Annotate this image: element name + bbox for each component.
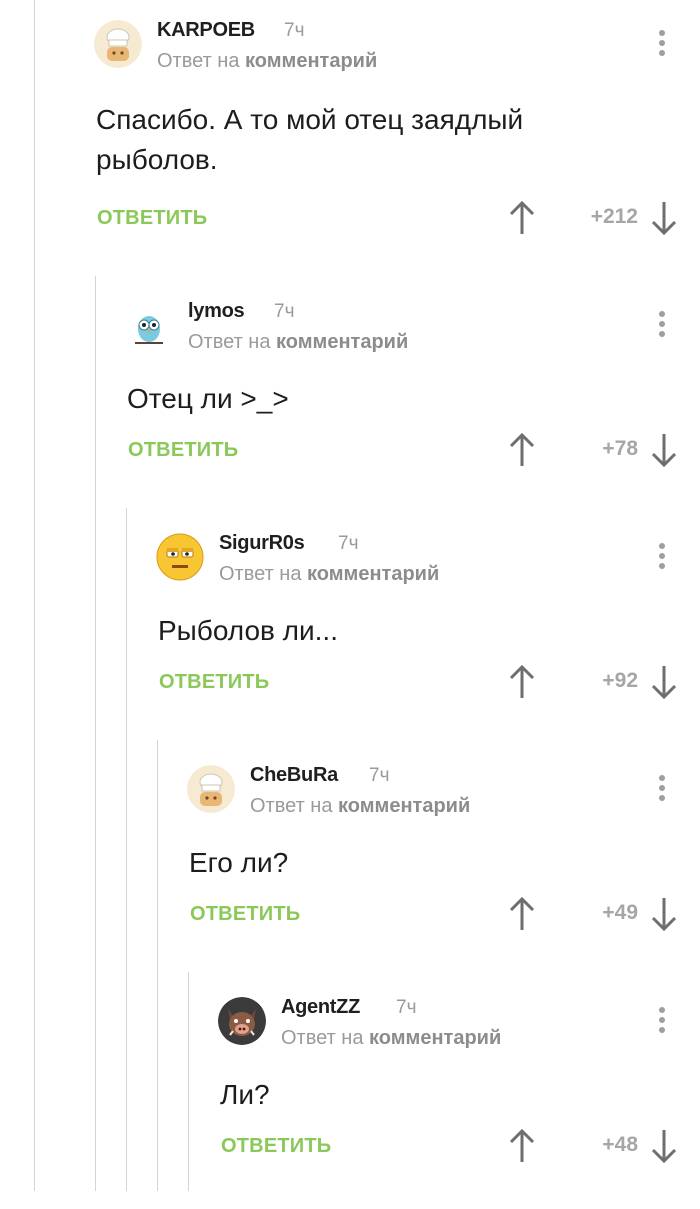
downvote-arrow-icon[interactable] xyxy=(650,664,678,700)
downvote-arrow-icon[interactable] xyxy=(650,432,678,468)
downvote-arrow-icon[interactable] xyxy=(650,1128,678,1164)
comment-time: 7ч xyxy=(274,301,295,322)
reply-target-link[interactable]: комментарий xyxy=(338,795,470,817)
username[interactable]: lymos xyxy=(188,300,245,323)
more-options-icon[interactable] xyxy=(658,1007,666,1037)
reply-prefix: Ответ на xyxy=(188,331,271,353)
username[interactable]: CheBuRa xyxy=(250,764,338,787)
comment-score: +49 xyxy=(602,901,638,924)
comment-text: Ли? xyxy=(220,1075,270,1115)
comment-time: 7ч xyxy=(369,765,390,786)
vote-control: +49 xyxy=(508,896,678,932)
upvote-arrow-icon[interactable] xyxy=(508,1128,536,1164)
more-options-icon[interactable] xyxy=(658,311,666,341)
reply-button[interactable]: ОТВЕТИТЬ xyxy=(221,1135,331,1158)
username[interactable]: KARPOEB xyxy=(157,19,255,42)
boar-avatar[interactable] xyxy=(218,997,266,1045)
upvote-arrow-icon[interactable] xyxy=(508,664,536,700)
upvote-arrow-icon[interactable] xyxy=(508,432,536,468)
comment: lymos 7ч Ответ на комментарий Отец ли >_… xyxy=(0,281,700,513)
reply-to: Ответ на комментарий xyxy=(219,563,439,586)
comment: CheBuRa 7ч Ответ на комментарий Его ли? … xyxy=(0,745,700,977)
comment-score: +92 xyxy=(602,669,638,692)
reply-target-link[interactable]: комментарий xyxy=(245,50,377,72)
reply-button[interactable]: ОТВЕТИТЬ xyxy=(190,903,300,926)
comment-text-line: Спасибо. А то мой отец заядлый xyxy=(96,104,524,135)
reply-to: Ответ на комментарий xyxy=(188,331,408,354)
reply-target-link[interactable]: комментарий xyxy=(307,563,439,585)
reply-to: Ответ на комментарий xyxy=(250,795,470,818)
vote-control: +48 xyxy=(508,1128,678,1164)
owl-avatar[interactable] xyxy=(125,301,173,349)
comment-score: +212 xyxy=(590,205,638,228)
comment-text: Отец ли >_> xyxy=(127,379,289,419)
reply-target-link[interactable]: комментарий xyxy=(369,1027,501,1049)
username[interactable]: AgentZZ xyxy=(281,996,360,1019)
downvote-arrow-icon[interactable] xyxy=(650,896,678,932)
comment-text: Его ли? xyxy=(189,843,288,883)
comment-time: 7ч xyxy=(396,997,417,1018)
comment-text: Рыболов ли... xyxy=(158,611,338,651)
reply-prefix: Ответ на xyxy=(219,563,302,585)
username[interactable]: SigurR0s xyxy=(219,532,305,555)
downvote-arrow-icon[interactable] xyxy=(650,200,678,236)
comment-text-line: рыболов. xyxy=(96,144,218,175)
comment-score: +48 xyxy=(602,1133,638,1156)
comment: KARPOEB 7ч Ответ на комментарий Спасибо.… xyxy=(0,0,700,236)
chef-hat-avatar[interactable] xyxy=(187,765,235,813)
reply-button[interactable]: ОТВЕТИТЬ xyxy=(128,439,238,462)
comment-text: Спасибо. А то мой отец заядлый рыболов. xyxy=(96,100,523,180)
chef-hat-avatar[interactable] xyxy=(94,20,142,68)
comment-text-line: Ли? xyxy=(220,1079,270,1110)
reply-button[interactable]: ОТВЕТИТЬ xyxy=(97,207,207,230)
reply-to: Ответ на комментарий xyxy=(157,50,377,73)
more-options-icon[interactable] xyxy=(658,775,666,805)
comment-time: 7ч xyxy=(338,533,359,554)
comment: AgentZZ 7ч Ответ на комментарий Ли? ОТВЕ… xyxy=(0,977,700,1209)
comment: SigurR0s 7ч Ответ на комментарий Рыболов… xyxy=(0,513,700,745)
comment-time: 7ч xyxy=(284,20,305,41)
reply-prefix: Ответ на xyxy=(250,795,333,817)
reply-to: Ответ на комментарий xyxy=(281,1027,501,1050)
vote-control: +92 xyxy=(508,664,678,700)
comment-text-line: Отец ли >_> xyxy=(127,383,289,414)
reply-prefix: Ответ на xyxy=(157,50,240,72)
comment-text-line: Рыболов ли... xyxy=(158,615,338,646)
upvote-arrow-icon[interactable] xyxy=(508,200,536,236)
vote-control: +212 xyxy=(508,200,678,236)
vote-control: +78 xyxy=(508,432,678,468)
comment-score: +78 xyxy=(602,437,638,460)
comment-text-line: Его ли? xyxy=(189,847,289,878)
smiley-avatar[interactable] xyxy=(156,533,204,581)
reply-target-link[interactable]: комментарий xyxy=(276,331,408,353)
reply-prefix: Ответ на xyxy=(281,1027,364,1049)
reply-button[interactable]: ОТВЕТИТЬ xyxy=(159,671,269,694)
more-options-icon[interactable] xyxy=(658,543,666,573)
upvote-arrow-icon[interactable] xyxy=(508,896,536,932)
more-options-icon[interactable] xyxy=(658,30,666,60)
